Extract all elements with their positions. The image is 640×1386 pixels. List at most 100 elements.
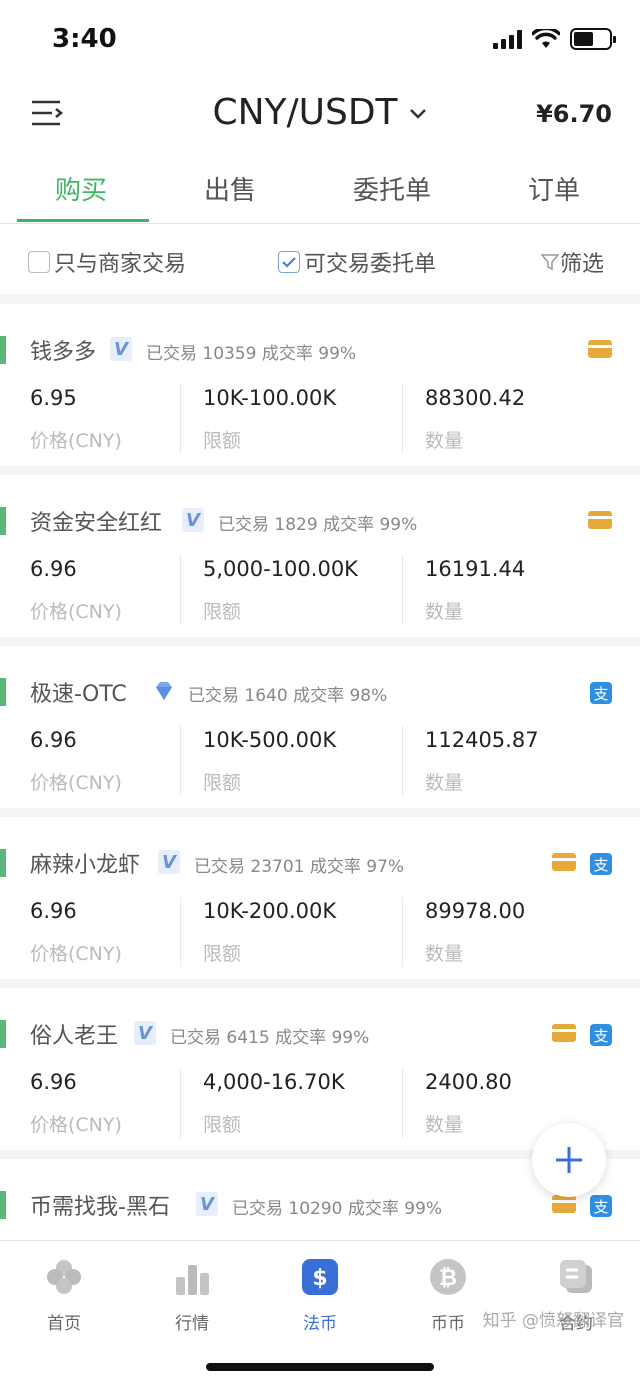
tab-buy[interactable]: 购买 <box>55 170 107 207</box>
tradable-orders-label: 可交易委托单 <box>304 252 437 277</box>
verified-badge-icon: V <box>182 508 204 532</box>
payment-methods <box>588 340 612 358</box>
fiat-icon: $ <box>302 1259 338 1295</box>
merchant-name: 麻辣小龙虾 <box>30 853 141 878</box>
payment-methods: 支 <box>590 682 612 704</box>
status-time: 3:40 <box>52 24 117 54</box>
accent-bar <box>0 336 6 364</box>
accent-bar <box>0 678 6 706</box>
column-divider <box>180 726 181 796</box>
checked-icon <box>278 251 300 273</box>
bank-card-icon <box>552 1195 576 1213</box>
alipay-icon: 支 <box>590 1195 612 1217</box>
trade-tabs: 购买 出售 委托单 订单 <box>0 150 640 224</box>
verified-badge-icon: V <box>134 1021 156 1045</box>
column-divider <box>180 1068 181 1138</box>
merchant-stats: 已交易 10290 成交率 99% <box>232 1199 443 1219</box>
nav-label: 行情 <box>175 1314 209 1334</box>
price-value: 6.96 <box>30 899 77 923</box>
chevron-down-icon <box>409 109 426 119</box>
merchant-stats: 已交易 1640 成交率 98% <box>188 686 388 706</box>
column-divider <box>402 897 403 967</box>
column-divider <box>180 555 181 625</box>
nav-market[interactable]: 行情 <box>142 1257 242 1334</box>
accent-bar <box>0 1191 6 1219</box>
limit-value: 10K-200.00K <box>203 899 337 923</box>
merchant-only-checkbox[interactable]: 只与商家交易 <box>28 246 186 278</box>
tradable-orders-checkbox[interactable]: 可交易委托单 <box>278 246 436 278</box>
contract-icon <box>560 1260 592 1293</box>
limit-value: 4,000-16.70K <box>203 1070 345 1094</box>
battery-icon <box>570 28 616 50</box>
offer-card[interactable]: 资金安全红红 V 已交易 1829 成交率 99% 6.96 价格(CNY) 5… <box>0 475 640 637</box>
price-label: 价格(CNY) <box>30 430 122 452</box>
limit-label: 限额 <box>203 943 242 965</box>
price-label: 价格(CNY) <box>30 601 122 623</box>
tab-underline <box>17 219 149 222</box>
offer-card[interactable]: 极速-OTC 已交易 1640 成交率 98% 支 6.96 价格(CNY) 1… <box>0 646 640 808</box>
status-icons <box>493 28 616 50</box>
alipay-icon: 支 <box>590 682 612 704</box>
alipay-icon: 支 <box>590 853 612 875</box>
offer-card[interactable]: 俗人老王 V 已交易 6415 成交率 99% 支 6.96 价格(CNY) 4… <box>0 988 640 1150</box>
column-divider <box>402 1068 403 1138</box>
checkbox-icon <box>28 251 50 273</box>
column-divider <box>402 555 403 625</box>
merchant-stats: 已交易 10359 成交率 99% <box>146 344 357 364</box>
merchant-stats: 已交易 6415 成交率 99% <box>170 1028 370 1048</box>
amount-label: 数量 <box>425 430 464 452</box>
diamond-badge-icon <box>156 682 172 700</box>
price-label: 价格(CNY) <box>30 943 122 965</box>
limit-label: 限额 <box>203 772 242 794</box>
limit-label: 限额 <box>203 601 242 623</box>
reference-price: ¥6.70 <box>536 100 612 128</box>
merchant-name: 钱多多 <box>30 340 97 365</box>
merchant-stats: 已交易 1829 成交率 99% <box>218 515 418 535</box>
verified-badge-icon: V <box>196 1192 218 1216</box>
header: CNY/USDT ¥6.70 <box>0 78 640 150</box>
merchant-name: 俗人老王 <box>30 1024 119 1049</box>
plus-icon <box>556 1147 582 1173</box>
nav-label: 首页 <box>47 1314 81 1334</box>
limit-value: 10K-100.00K <box>203 386 337 410</box>
alipay-icon: 支 <box>590 1024 612 1046</box>
amount-value: 89978.00 <box>425 899 526 923</box>
merchant-name: 极速-OTC <box>30 682 127 707</box>
offer-card[interactable]: 麻辣小龙虾 V 已交易 23701 成交率 97% 支 6.96 价格(CNY)… <box>0 817 640 979</box>
nav-label: 法币 <box>303 1314 337 1334</box>
pair-title: CNY/USDT <box>212 92 398 133</box>
filter-button[interactable]: 筛选 <box>540 246 604 278</box>
wifi-icon <box>532 29 560 48</box>
add-order-button[interactable] <box>532 1123 606 1197</box>
tab-sell[interactable]: 出售 <box>204 170 256 207</box>
filter-label: 筛选 <box>560 252 605 277</box>
tab-orders[interactable]: 订单 <box>528 170 580 207</box>
merchant-stats: 已交易 23701 成交率 97% <box>194 857 405 877</box>
price-label: 价格(CNY) <box>30 772 122 794</box>
column-divider <box>180 897 181 967</box>
bank-card-icon <box>552 853 576 871</box>
status-bar: 3:40 <box>0 0 640 78</box>
verified-badge-icon: V <box>110 337 132 361</box>
nav-home[interactable]: 首页 <box>14 1257 114 1334</box>
column-divider <box>180 384 181 454</box>
bank-card-icon <box>552 1024 576 1042</box>
home-icon <box>47 1260 81 1294</box>
merchant-name: 币需找我-黑石 <box>30 1195 170 1220</box>
amount-value: 2400.80 <box>425 1070 512 1094</box>
payment-methods: 支 <box>552 1195 612 1217</box>
column-divider <box>402 384 403 454</box>
amount-label: 数量 <box>425 1114 464 1136</box>
tab-orders-posted[interactable]: 委托单 <box>353 170 431 207</box>
column-divider <box>402 726 403 796</box>
price-value: 6.96 <box>30 728 77 752</box>
merchant-only-label: 只与商家交易 <box>54 252 187 277</box>
nav-fiat[interactable]: $ 法币 <box>270 1257 370 1334</box>
amount-value: 112405.87 <box>425 728 539 752</box>
svg-text:$: $ <box>312 1266 327 1291</box>
offer-card[interactable]: 钱多多 V 已交易 10359 成交率 99% 6.95 价格(CNY) 10K… <box>0 304 640 466</box>
funnel-icon <box>540 254 560 271</box>
accent-bar <box>0 507 6 535</box>
accent-bar <box>0 849 6 877</box>
amount-label: 数量 <box>425 772 464 794</box>
